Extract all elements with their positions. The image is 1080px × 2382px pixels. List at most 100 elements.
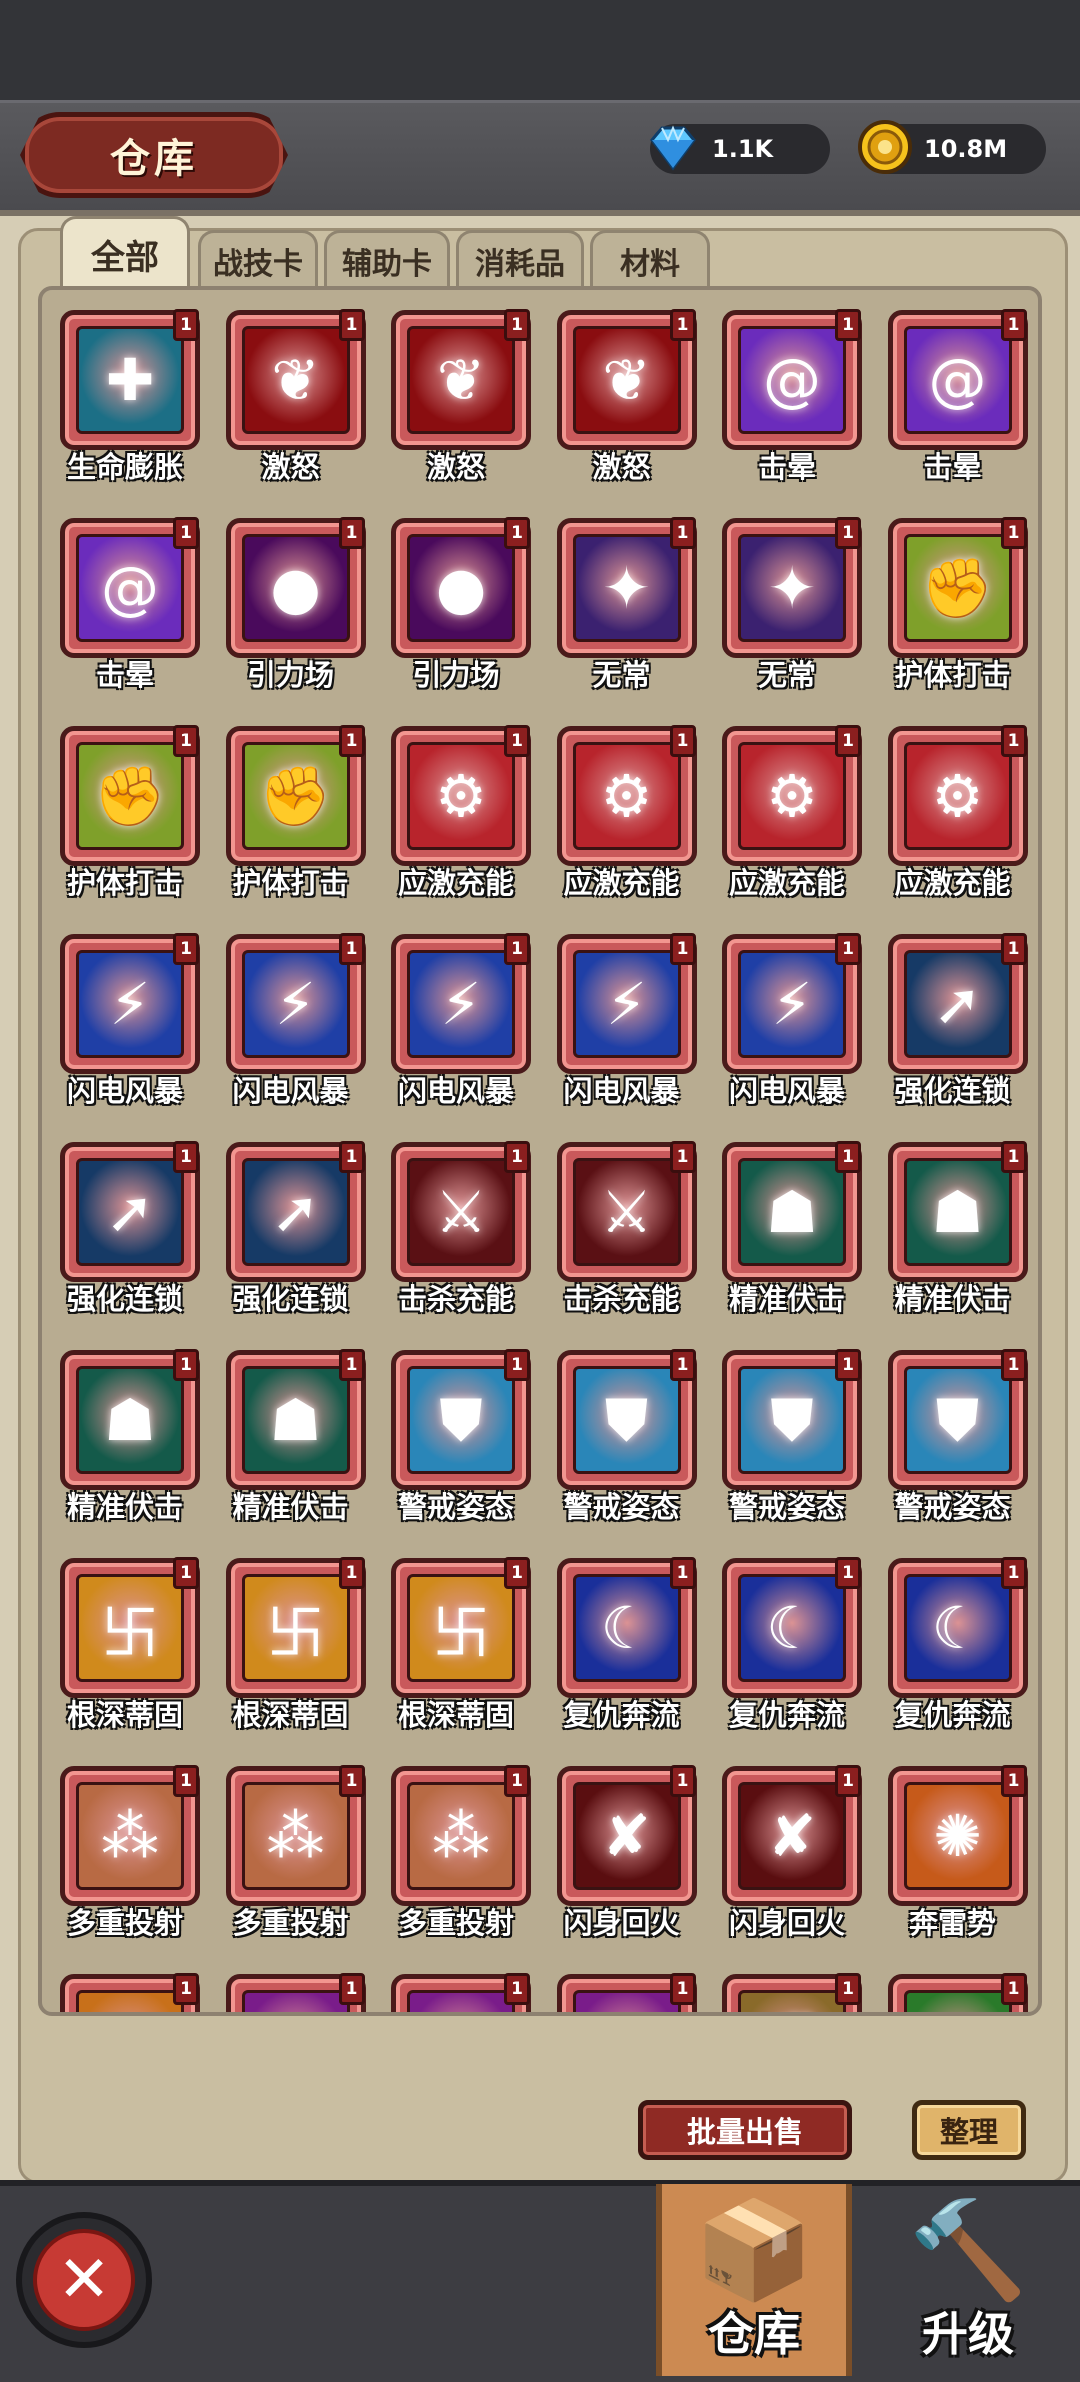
item-slot[interactable]: @1 击晕	[704, 290, 870, 490]
item-slot[interactable]: ☾ 1 复仇奔流	[870, 1538, 1036, 1738]
root-icon: 卐	[76, 1574, 184, 1682]
item-slot[interactable]: ✊1	[704, 1954, 870, 2012]
item-count-badge: 1	[173, 1349, 199, 1381]
item-slot[interactable]: ● 1 引力场	[208, 498, 374, 698]
item-slot[interactable]: ⚔ 1 击杀充能	[539, 1122, 705, 1322]
item-slot[interactable]: ✚ 1 生命膨胀	[42, 290, 208, 490]
item-name: 闪身回火	[563, 1906, 680, 1940]
coin-balance[interactable]: 10.8M	[858, 120, 1046, 174]
item-slot[interactable]: ✘ 1 闪身回火	[704, 1746, 870, 1946]
shield-icon: ⛊	[572, 1366, 681, 1474]
item-slot[interactable]: ➚ 1 强化连锁	[208, 1122, 374, 1322]
item-frame: ☾ 1	[556, 1557, 697, 1698]
item-slot[interactable]: ⚡ 1 闪电风暴	[42, 914, 208, 1114]
fist-icon: ✊	[903, 534, 1012, 642]
item-slot[interactable]: ✺1	[42, 1954, 208, 2012]
item-name: 应激充能	[563, 866, 680, 900]
item-frame: ✚ 1	[60, 309, 200, 450]
item-count-badge: 1	[173, 1765, 199, 1797]
item-slot[interactable]: 卐 1 根深蒂固	[42, 1538, 208, 1738]
item-slot[interactable]: ➚ 1 强化连锁	[42, 1122, 208, 1322]
item-slot[interactable]: ❦ 1 激怒	[539, 290, 705, 490]
lightning-icon: ⚡	[76, 950, 184, 1058]
item-slot[interactable]: ✺ 1 奔雷势	[870, 1746, 1036, 1946]
item-slot[interactable]: ● 1 引力场	[373, 498, 539, 698]
item-count-badge: 1	[835, 1765, 861, 1797]
item-slot[interactable]: ⛊ 1 警戒姿态	[704, 1330, 870, 1530]
item-slot[interactable]: ⚡ 1 闪电风暴	[539, 914, 705, 1114]
item-slot[interactable]: ☗ 1 精准伏击	[208, 1330, 374, 1530]
item-slot[interactable]: ❦ 1 激怒	[208, 290, 374, 490]
item-slot[interactable]: ⚙ 1 应激充能	[373, 706, 539, 906]
item-slot[interactable]: ⁂ 1 多重投射	[208, 1746, 374, 1946]
item-slot[interactable]: ☾ 1 复仇奔流	[704, 1538, 870, 1738]
item-slot[interactable]: ⁂ 1 多重投射	[373, 1746, 539, 1946]
shadow-icon: ☗	[241, 1366, 350, 1474]
item-slot[interactable]: ❧1	[870, 1954, 1036, 2012]
item-slot[interactable]: ✊ 1 护体打击	[870, 498, 1036, 698]
item-count-badge: 1	[1000, 725, 1027, 757]
fist-gold-icon: ✊	[738, 1990, 846, 2012]
item-frame: ⛊ 1	[722, 1349, 862, 1490]
tab-support-cards[interactable]: 辅助卡	[324, 230, 450, 288]
item-slot[interactable]: ✦ 1 无常	[539, 498, 705, 698]
item-name: 激怒	[592, 450, 651, 484]
nav-upgrade-tab[interactable]: 🔨 升级	[870, 2184, 1066, 2376]
item-slot[interactable]: 卐 1 根深蒂固	[208, 1538, 374, 1738]
sort-button[interactable]: 整理	[912, 2100, 1026, 2160]
item-slot[interactable]: ⛊ 1 警戒姿态	[870, 1330, 1036, 1530]
item-frame: ⚔ 1	[556, 1141, 697, 1282]
item-count-badge: 1	[504, 1973, 530, 2005]
item-slot[interactable]: ⛊ 1 警戒姿态	[373, 1330, 539, 1530]
item-slot[interactable]: ⚡ 1 闪电风暴	[704, 914, 870, 1114]
item-grid[interactable]: ✚ 1 生命膨胀 ❦ 1 激怒 ❦ 1 激怒 ❦ 1 激怒 @1 击晕 @1 击晕 @1 击晕 ● 1 引力场 ● 1 引力场…	[38, 286, 1042, 2016]
item-slot[interactable]: ✘ 1 闪身回火	[539, 1746, 705, 1946]
item-slot[interactable]: @1 击晕	[870, 290, 1036, 490]
item-slot[interactable]: ✧1	[373, 1954, 539, 2012]
item-slot[interactable]: ⛊ 1 警戒姿态	[539, 1330, 705, 1530]
item-count-badge: 1	[1000, 1141, 1027, 1173]
tab-combat-cards[interactable]: 战技卡	[198, 230, 318, 288]
item-slot[interactable]: ➚ 1 强化连锁	[870, 914, 1036, 1114]
item-slot[interactable]: ⚡ 1 闪电风暴	[373, 914, 539, 1114]
tab-all[interactable]: 全部	[60, 216, 190, 290]
item-slot[interactable]: ❦ 1 激怒	[373, 290, 539, 490]
item-count-badge: 1	[835, 517, 861, 549]
bulk-sell-button[interactable]: 批量出售	[638, 2100, 852, 2160]
item-slot[interactable]: ⚡ 1 闪电风暴	[208, 914, 374, 1114]
item-slot[interactable]: ☾ 1 复仇奔流	[539, 1538, 705, 1738]
item-slot[interactable]: ⚙ 1 应激充能	[870, 706, 1036, 906]
item-name: 击杀充能	[397, 1282, 514, 1316]
burst-icon: ✺	[903, 1782, 1012, 1890]
item-frame: ⛊ 1	[391, 1349, 531, 1490]
arrow-up-icon: ➚	[241, 1158, 350, 1266]
item-name: 击杀充能	[563, 1282, 680, 1316]
item-slot[interactable]: ✧1	[539, 1954, 705, 2012]
item-slot[interactable]: ⚙ 1 应激充能	[539, 706, 705, 906]
item-slot[interactable]: ☗ 1 精准伏击	[704, 1122, 870, 1322]
tab-consumables[interactable]: 消耗品	[456, 230, 584, 288]
nav-warehouse-tab[interactable]: 📦 仓库	[656, 2184, 852, 2376]
item-slot[interactable]: ✊ 1 护体打击	[42, 706, 208, 906]
item-name: 击晕	[923, 450, 982, 484]
lightning-icon: ⚡	[407, 950, 515, 1058]
item-slot[interactable]: ☗ 1 精准伏击	[42, 1330, 208, 1530]
item-slot[interactable]: ⚔ 1 击杀充能	[373, 1122, 539, 1322]
item-slot[interactable]: ✊ 1 护体打击	[208, 706, 374, 906]
item-count-badge: 1	[669, 933, 696, 965]
item-slot[interactable]: ✧1	[208, 1954, 374, 2012]
gem-balance[interactable]: 1.1K	[650, 124, 830, 174]
close-button[interactable]: ✕	[16, 2212, 152, 2348]
item-slot[interactable]: ⁂ 1 多重投射	[42, 1746, 208, 1946]
item-slot[interactable]: 卐 1 根深蒂固	[373, 1538, 539, 1738]
item-slot[interactable]: ⚙ 1 应激充能	[704, 706, 870, 906]
item-slot[interactable]: @1 击晕	[42, 498, 208, 698]
item-slot[interactable]: ☗ 1 精准伏击	[870, 1122, 1036, 1322]
item-frame: ❦ 1	[225, 309, 366, 450]
item-slot[interactable]: ✦ 1 无常	[704, 498, 870, 698]
vortex-icon: @	[76, 534, 184, 642]
item-count-badge: 1	[338, 933, 365, 965]
tab-materials[interactable]: 材料	[590, 230, 710, 288]
wave-icon: ☾	[738, 1574, 846, 1682]
item-count-badge: 1	[835, 1141, 861, 1173]
